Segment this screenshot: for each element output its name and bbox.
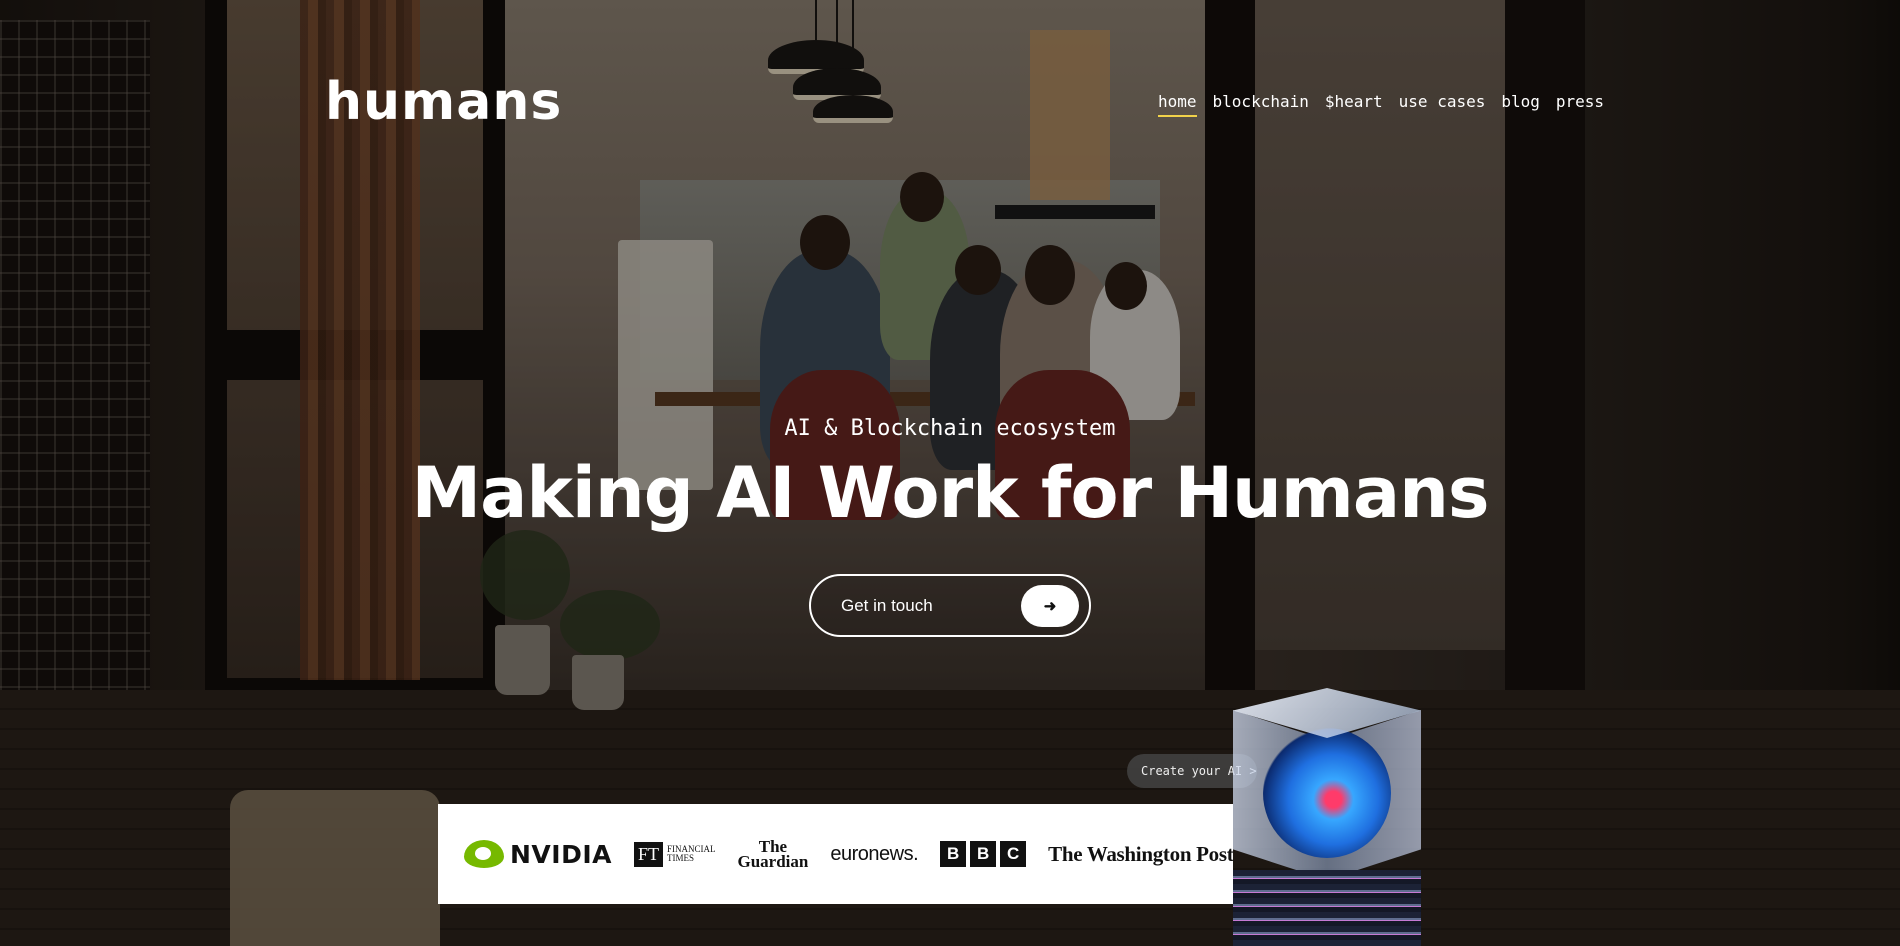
nav-item-heart[interactable]: $heart xyxy=(1325,92,1383,117)
site-logo[interactable]: humans xyxy=(325,76,562,128)
guardian-line-2: Guardian xyxy=(737,852,809,871)
bbc-logo: B B C xyxy=(940,841,1027,867)
nvidia-eye-icon xyxy=(464,840,504,868)
hero-eyebrow: AI & Blockchain ecosystem xyxy=(784,416,1116,441)
bbc-letter: C xyxy=(1000,841,1027,867)
guardian-logo: The Guardian xyxy=(737,838,809,871)
cube-orb xyxy=(1263,728,1391,858)
financial-times-logo: FT FINANCIAL TIMES xyxy=(633,841,716,867)
nvidia-wordmark: NVIDIA xyxy=(510,839,612,869)
bbc-letter: B xyxy=(940,841,967,867)
nav-item-blockchain[interactable]: blockchain xyxy=(1213,92,1309,117)
nav-item-use-cases[interactable]: use cases xyxy=(1399,92,1486,117)
washington-post-logo: The Washington Post xyxy=(1048,841,1234,866)
nvidia-logo: NVIDIA xyxy=(464,840,612,869)
nav-item-home[interactable]: home xyxy=(1158,92,1197,117)
ft-line-2: TIMES xyxy=(667,853,694,863)
cube-circuit-base xyxy=(1233,870,1421,946)
nav-item-press[interactable]: press xyxy=(1556,92,1604,117)
nav-item-blog[interactable]: blog xyxy=(1501,92,1540,117)
get-in-touch-button[interactable]: Get in touch ➜ xyxy=(809,574,1091,637)
euronews-logo: euronews. xyxy=(830,842,919,865)
get-in-touch-label: Get in touch xyxy=(841,595,933,615)
main-nav: home blockchain $heart use cases blog pr… xyxy=(1158,92,1604,117)
ai-cube-illustration xyxy=(1233,688,1421,946)
press-logo-strip: NVIDIA FT FINANCIAL TIMES The Guardian e… xyxy=(438,804,1234,904)
ft-mark: FT xyxy=(633,841,663,867)
ft-wordmark: FINANCIAL TIMES xyxy=(667,844,716,864)
hero-headline: Making AI Work for Humans xyxy=(411,452,1489,534)
arrow-right-icon[interactable]: ➜ xyxy=(1021,584,1079,627)
bbc-letter: B xyxy=(970,841,997,867)
